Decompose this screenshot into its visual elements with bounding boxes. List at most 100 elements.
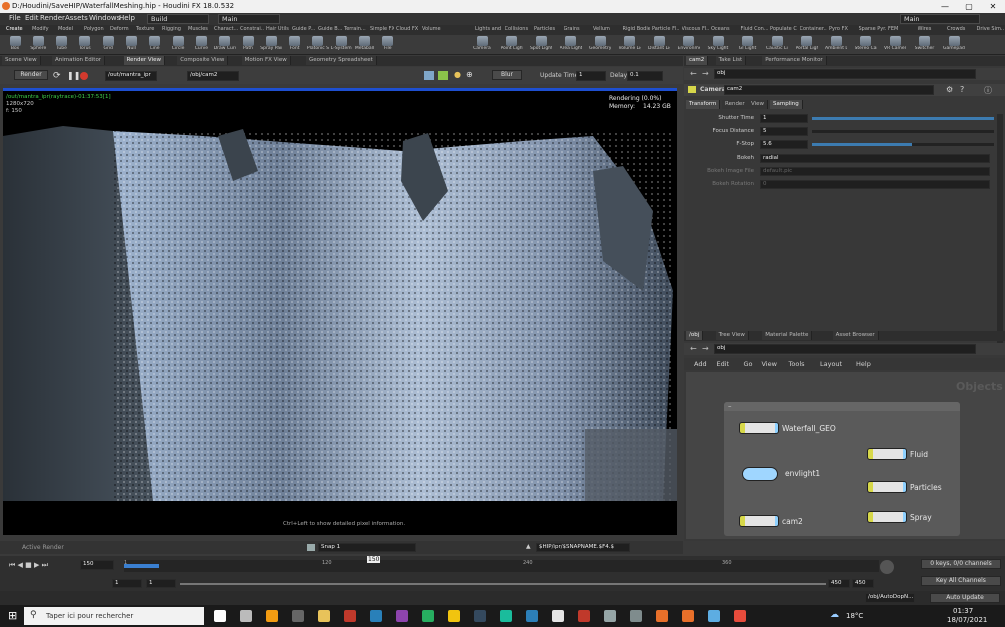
gear-icon[interactable]: ⚙ [946,85,953,94]
taskbar-app-icon[interactable] [526,610,538,622]
shelf-tool-path[interactable]: Path [237,36,259,51]
network-path-field[interactable]: obj [714,344,976,354]
lock-icon[interactable]: ▲ [526,543,531,550]
shelf-tool-camera[interactable]: Camera [471,36,493,51]
tab-sampling[interactable]: Sampling [770,100,803,109]
delay-field[interactable]: 0.1 [627,71,663,81]
net-back-arrow-icon[interactable]: ← [690,344,697,353]
key-all-channels-button[interactable]: Key All Channels [921,576,1001,586]
tab-view[interactable]: View [748,100,769,109]
menu-file[interactable]: File [9,14,21,22]
taskbar-app-icon[interactable] [500,610,512,622]
shelf-tool-box[interactable]: Box [4,36,26,51]
shelf-tool-caustic-light[interactable]: Caustic Light [766,36,788,51]
shelf-tool-sky-light[interactable]: Sky Light [707,36,729,51]
shelf-tab[interactable]: Polygon [84,26,108,32]
shelf-tool-gi-light[interactable]: GI Light [737,36,759,51]
shelf-tab[interactable]: Particles [534,26,561,32]
taskbar-app-icon[interactable] [292,610,304,622]
node-fluid[interactable] [867,448,907,460]
shelf-tab[interactable]: Hair Utils [266,26,290,32]
shelf-tool-grid[interactable]: Grid [97,36,119,51]
tab-asset-browser[interactable]: Asset Browser [832,331,879,340]
network-menu-edit[interactable]: Edit [717,360,730,368]
timeline-bar[interactable]: 1 120 150 240 360 [124,556,879,572]
shelf-tab[interactable]: Deform [110,26,134,32]
close-button[interactable]: ✕ [981,0,1005,13]
shelf-tab[interactable]: Oceans [711,26,738,32]
current-frame-field[interactable]: 150 [80,560,114,570]
shelf-tool-stereo-camera[interactable]: Stereo Camera [855,36,877,51]
light-icon[interactable]: ● [454,70,461,79]
shelf-tool-torus[interactable]: Torus [74,36,96,51]
shelf-tool-platonic-solids[interactable]: Platonic Solids [307,36,329,51]
shelf-tab[interactable]: Populate C... [770,26,797,32]
network-menu-tools[interactable]: Tools [789,360,805,368]
param-slider[interactable] [812,130,994,134]
camera-snap-icon[interactable] [307,544,315,551]
shelf-tab[interactable]: Constrai... [240,26,264,32]
taskbar-app-icon[interactable] [656,610,668,622]
shelf-tool-l-system[interactable]: L-System [330,36,352,51]
param-scrollbar[interactable] [997,114,1003,354]
shelf-tab[interactable]: Collisions [505,26,532,32]
param-field[interactable]: default.pic [760,166,990,176]
maximize-button[interactable]: ▢ [957,0,981,13]
rop-field[interactable]: /out/mantra_ipr [105,71,157,81]
taskbar-app-icon[interactable] [214,610,226,622]
shelf-tool-file[interactable]: File [377,36,399,51]
taskbar-app-icon[interactable] [708,610,720,622]
taskbar-app-icon[interactable] [552,610,564,622]
shelf-tool-spot-light[interactable]: Spot Light [530,36,552,51]
taskbar-app-icon[interactable] [318,610,330,622]
shelf-tab[interactable]: Simple FX [370,26,394,32]
menu-render[interactable]: Render [40,14,65,22]
param-field[interactable]: 1 [760,114,808,123]
shelf-tab[interactable]: Terrain... [344,26,368,32]
start-frame-field[interactable]: 1 [112,579,142,588]
tab-transform[interactable]: Transform [686,100,721,109]
shelf-tool-distant-light[interactable]: Distant Light [648,36,670,51]
shelf-tool-circle[interactable]: Circle [167,36,189,51]
shelf-tool-curve[interactable]: Curve [190,36,212,51]
playback-controls-icon[interactable]: ⏮ ◀ ■ ▶ ⏭ [9,561,48,570]
shelf-tool-environment-light[interactable]: Environment Light [678,36,700,51]
param-slider[interactable] [812,143,994,147]
shelf-tab[interactable]: Rigid Bodies [623,26,650,32]
back-arrow-icon[interactable]: ← [690,69,697,78]
node-cam2[interactable] [739,515,779,527]
tab-take-list[interactable]: Take List [715,56,747,65]
shelf-tab[interactable]: Drive Sim... [977,26,1004,32]
menu-help[interactable]: Help [119,14,135,22]
blur-button[interactable]: Blur [492,70,522,80]
shelf-tab[interactable]: Particle Fl... [652,26,679,32]
tab-animation-editor[interactable]: Animation Editor [52,56,106,65]
shelf-tool-volume-light[interactable]: Volume Light [619,36,641,51]
shelf-tool-gamepad-camera[interactable]: Gamepad Camera [943,36,965,51]
range-slider[interactable] [180,583,826,585]
stop-render-icon[interactable] [80,72,88,80]
shelf-tool-point-light[interactable]: Point Light [501,36,523,51]
param-path-field[interactable]: obj [714,69,976,79]
menu-edit[interactable]: Edit [25,14,39,22]
keys-channels-button[interactable]: 0 keys, 0/0 channels [921,559,1001,569]
taskbar-app-icon[interactable] [396,610,408,622]
taskbar-app-icon[interactable] [240,610,252,622]
network-menu-go[interactable]: Go [744,360,753,368]
region-icon[interactable] [438,71,448,80]
taskbar-app-icon[interactable] [422,610,434,622]
render-button[interactable]: Render [14,70,48,80]
windows-start-icon[interactable]: ⊞ [8,609,17,622]
shelf-tab[interactable]: Model [58,26,82,32]
taskbar-app-icon[interactable] [344,610,356,622]
taskbar-app-icon[interactable] [266,610,278,622]
shelf-tab[interactable]: Charact... [214,26,238,32]
end-frame-field-2[interactable]: 450 [852,579,874,588]
shelf-tool-vr-camera[interactable]: VR Camera [884,36,906,51]
weather-icon[interactable]: ☁ [830,610,839,620]
net-forward-arrow-icon[interactable]: → [702,344,709,353]
tab-performance-monitor[interactable]: Performance Monitor [762,56,827,65]
shelf-tool-spray-paint[interactable]: Spray Paint [260,36,282,51]
pause-icon[interactable]: ❚❚ [67,71,80,80]
taskbar-app-icon[interactable] [578,610,590,622]
